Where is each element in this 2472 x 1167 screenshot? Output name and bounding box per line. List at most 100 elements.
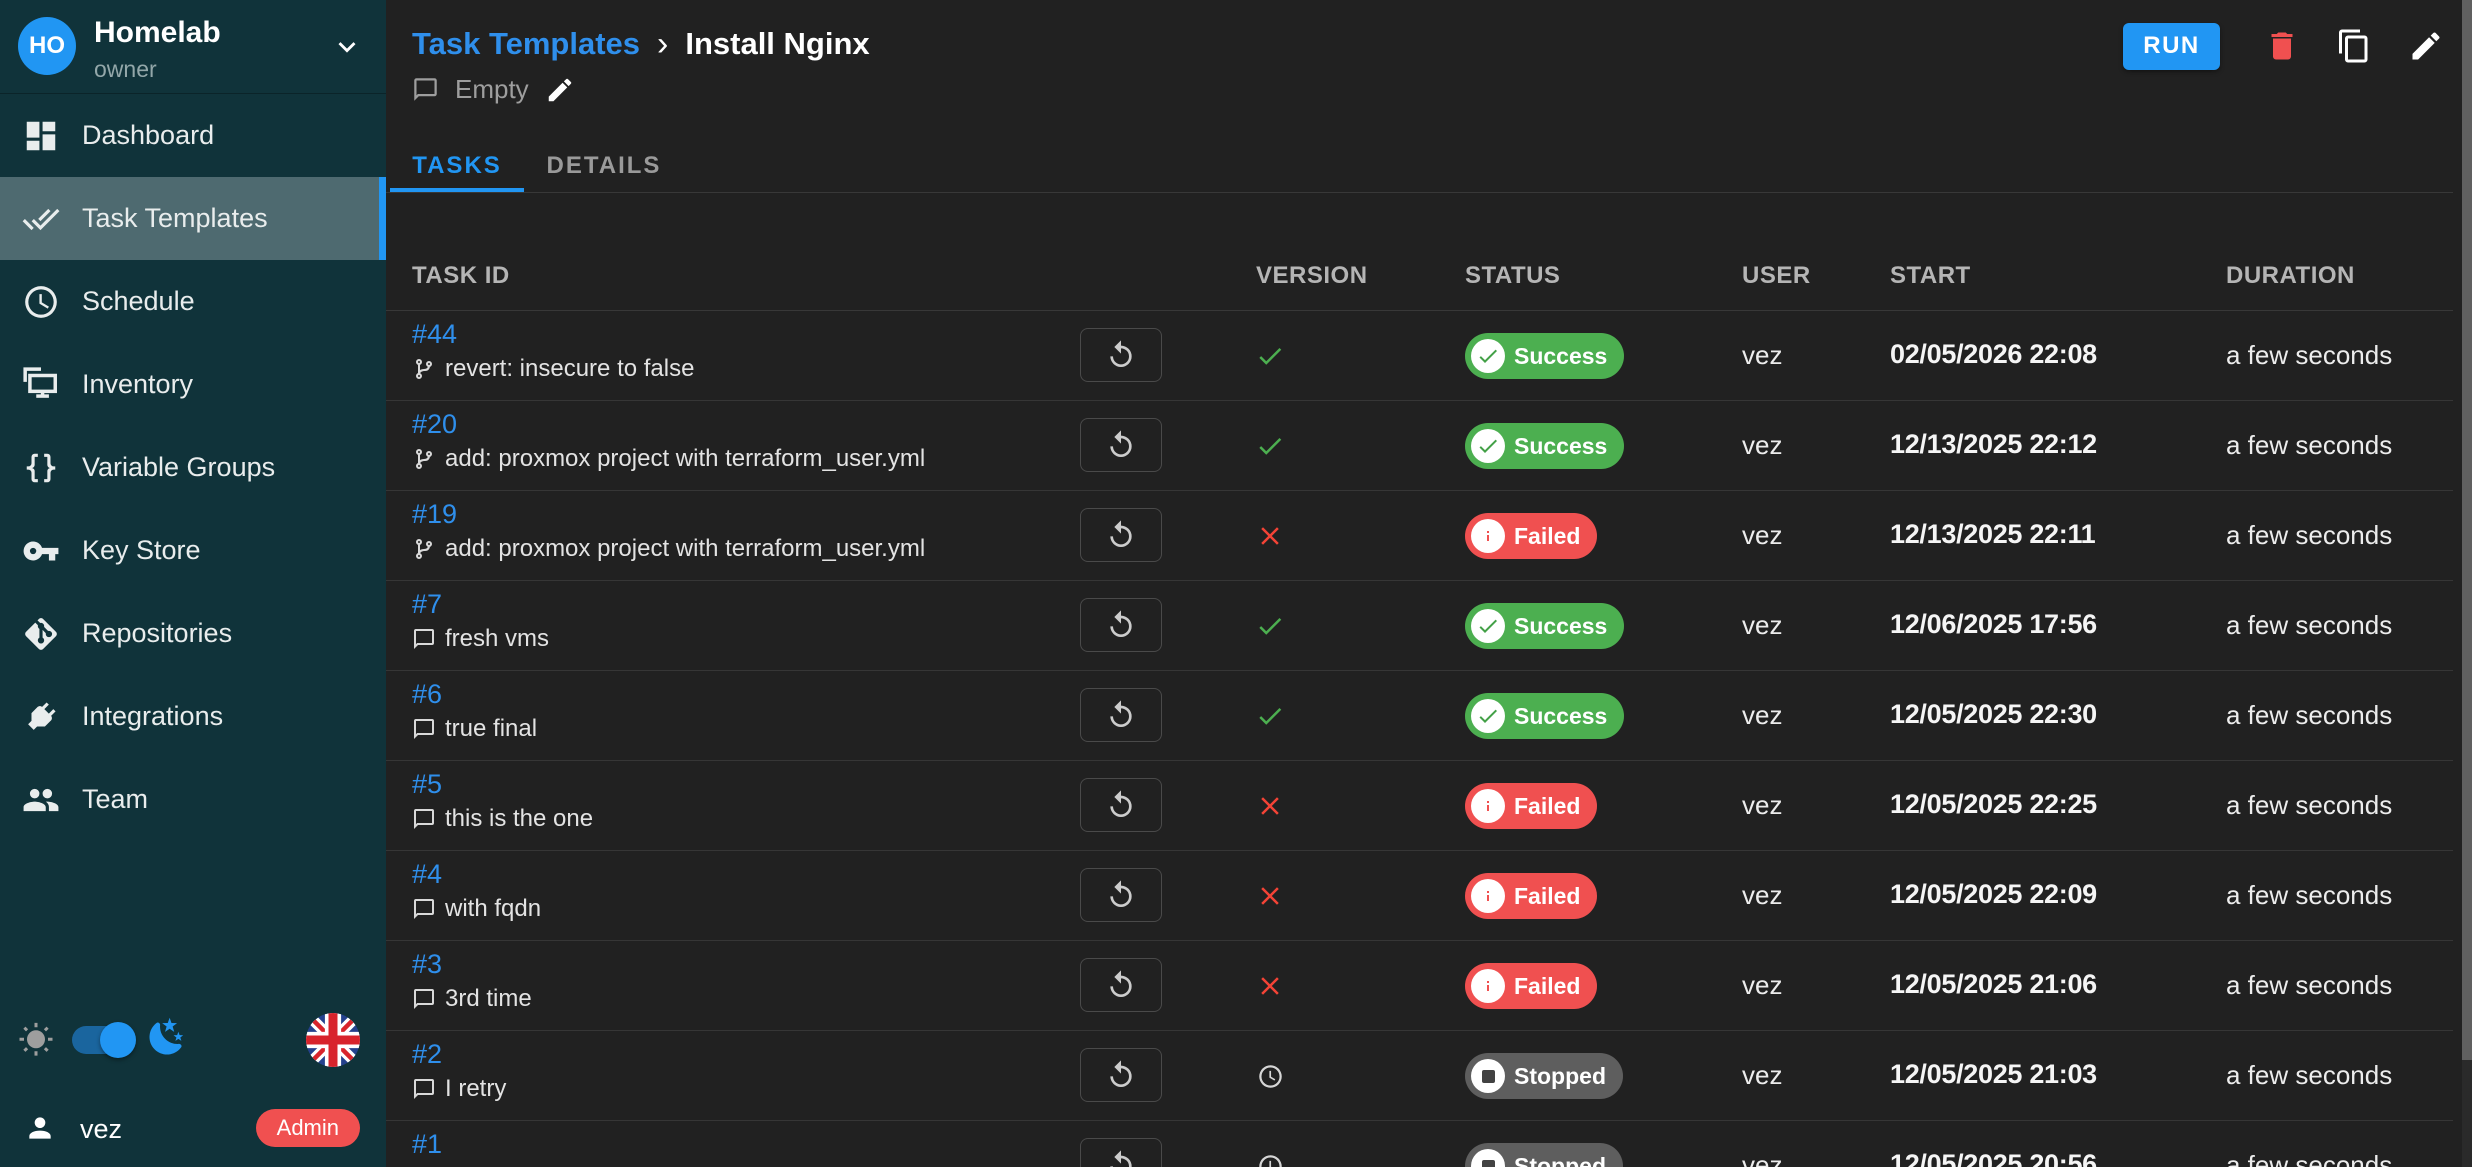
task-id-link[interactable]: #7 — [412, 589, 442, 620]
status-badge: Success — [1465, 603, 1624, 649]
rerun-task-button[interactable] — [1080, 868, 1162, 922]
task-id-link[interactable]: #44 — [412, 319, 457, 350]
status-icon — [1471, 429, 1505, 463]
task-note: I retry — [412, 1075, 506, 1103]
comment-icon — [412, 897, 436, 921]
template-description: Empty — [455, 74, 529, 105]
rerun-task-button[interactable] — [1080, 688, 1162, 742]
sidebar-item-inventory[interactable]: Inventory — [0, 343, 386, 426]
moon-icon — [146, 1016, 188, 1058]
pencil-icon — [2408, 28, 2444, 64]
rerun-task-button[interactable] — [1080, 778, 1162, 832]
tab-details[interactable]: DETAILS — [524, 140, 684, 192]
sidebar-item-variable-groups[interactable]: Variable Groups — [0, 426, 386, 509]
status-label: Failed — [1514, 523, 1580, 550]
status-icon — [1471, 609, 1505, 643]
task-duration: a few seconds — [2226, 610, 2392, 641]
run-button[interactable]: RUN — [2123, 23, 2220, 70]
check-circle-icon — [1476, 704, 1500, 728]
breadcrumb-link-task-templates[interactable]: Task Templates — [412, 26, 640, 62]
task-note-text: fresh vms — [445, 625, 549, 653]
rerun-task-button[interactable] — [1080, 1048, 1162, 1102]
task-note-text: add: proxmox project with terraform_user… — [445, 445, 925, 473]
git-branch-icon — [412, 447, 436, 471]
task-version — [1244, 1149, 1296, 1167]
sidebar-item-integrations[interactable]: Integrations — [0, 675, 386, 758]
stop-icon — [1482, 1160, 1495, 1167]
sidebar-item-team[interactable]: Team — [0, 758, 386, 841]
task-version — [1244, 879, 1296, 913]
task-user: vez — [1742, 1060, 1782, 1091]
rerun-task-button[interactable] — [1080, 1138, 1162, 1167]
task-user: vez — [1742, 970, 1782, 1001]
task-note: 3rd time — [412, 985, 532, 1013]
stop-icon — [1482, 1070, 1495, 1083]
task-id-link[interactable]: #20 — [412, 409, 457, 440]
task-id-link[interactable]: #4 — [412, 859, 442, 890]
page-title: Install Nginx — [685, 26, 869, 62]
x-icon — [1255, 791, 1285, 821]
status-label: Failed — [1514, 793, 1580, 820]
sidebar-item-label: Inventory — [82, 369, 193, 400]
task-version — [1244, 1059, 1296, 1093]
rerun-task-button[interactable] — [1080, 508, 1162, 562]
dashboard-icon — [22, 117, 60, 155]
theme-toggle-thumb[interactable] — [100, 1022, 136, 1058]
git-branch-icon — [412, 357, 436, 381]
task-id-link[interactable]: #1 — [412, 1129, 442, 1160]
edit-button[interactable] — [2408, 28, 2444, 64]
scrollbar[interactable] — [2462, 0, 2472, 1167]
task-note: fresh vms — [412, 625, 549, 653]
rerun-task-button[interactable] — [1080, 958, 1162, 1012]
task-id-link[interactable]: #6 — [412, 679, 442, 710]
project-switcher[interactable]: HO Homelab owner — [0, 0, 386, 94]
sidebar-item-key-store[interactable]: Key Store — [0, 509, 386, 592]
copy-button[interactable] — [2336, 28, 2372, 64]
replay-icon — [1105, 699, 1137, 731]
task-user: vez — [1742, 700, 1782, 731]
task-id-link[interactable]: #3 — [412, 949, 442, 980]
task-duration: a few seconds — [2226, 1150, 2392, 1167]
comment-icon — [412, 1077, 436, 1101]
task-note-text: add: proxmox project with terraform_user… — [445, 535, 925, 563]
column-header-duration: DURATION — [2226, 262, 2355, 290]
sidebar-item-task-templates[interactable]: Task Templates — [0, 177, 386, 260]
edit-description-button[interactable] — [545, 75, 575, 105]
status-badge: Stopped — [1465, 1143, 1623, 1167]
task-user: vez — [1742, 340, 1782, 371]
task-id-link[interactable]: #19 — [412, 499, 457, 530]
status-badge: Failed — [1465, 873, 1597, 919]
check-icon — [1255, 701, 1285, 731]
breadcrumb: Task Templates › Install Nginx — [412, 26, 870, 62]
rerun-task-button[interactable] — [1080, 418, 1162, 472]
user-row[interactable]: vez Admin — [0, 1100, 386, 1156]
status-label: Success — [1514, 703, 1607, 730]
task-id-link[interactable]: #5 — [412, 769, 442, 800]
replay-icon — [1105, 789, 1137, 821]
rerun-task-button[interactable] — [1080, 328, 1162, 382]
chevron-down-icon[interactable] — [330, 30, 364, 64]
rerun-task-button[interactable] — [1080, 598, 1162, 652]
status-icon — [1471, 879, 1505, 913]
delete-button[interactable] — [2264, 28, 2300, 64]
sidebar-item-schedule[interactable]: Schedule — [0, 260, 386, 343]
language-flag-button[interactable] — [306, 1013, 360, 1067]
monitor-icon — [22, 366, 60, 404]
info-icon — [1476, 974, 1500, 998]
task-start: 12/05/2025 22:30 — [1890, 699, 2097, 730]
sidebar: HO Homelab owner Dashboard Task Template… — [0, 0, 386, 1167]
tab-tasks[interactable]: TASKS — [390, 140, 524, 192]
replay-icon — [1105, 1149, 1137, 1167]
task-id-link[interactable]: #2 — [412, 1039, 442, 1070]
sidebar-item-repositories[interactable]: Repositories — [0, 592, 386, 675]
replay-icon — [1105, 339, 1137, 371]
theme-toggle[interactable] — [72, 1026, 134, 1054]
info-icon — [1476, 524, 1500, 548]
task-note: add: proxmox project with terraform_user… — [412, 535, 925, 563]
sun-icon — [18, 1022, 54, 1058]
task-user: vez — [1742, 880, 1782, 911]
task-rows: #44 revert: insecure to false Success ve… — [386, 311, 2453, 1167]
scrollbar-thumb[interactable] — [2462, 0, 2472, 1060]
sidebar-item-dashboard[interactable]: Dashboard — [0, 94, 386, 177]
git-branch-icon — [412, 537, 436, 561]
